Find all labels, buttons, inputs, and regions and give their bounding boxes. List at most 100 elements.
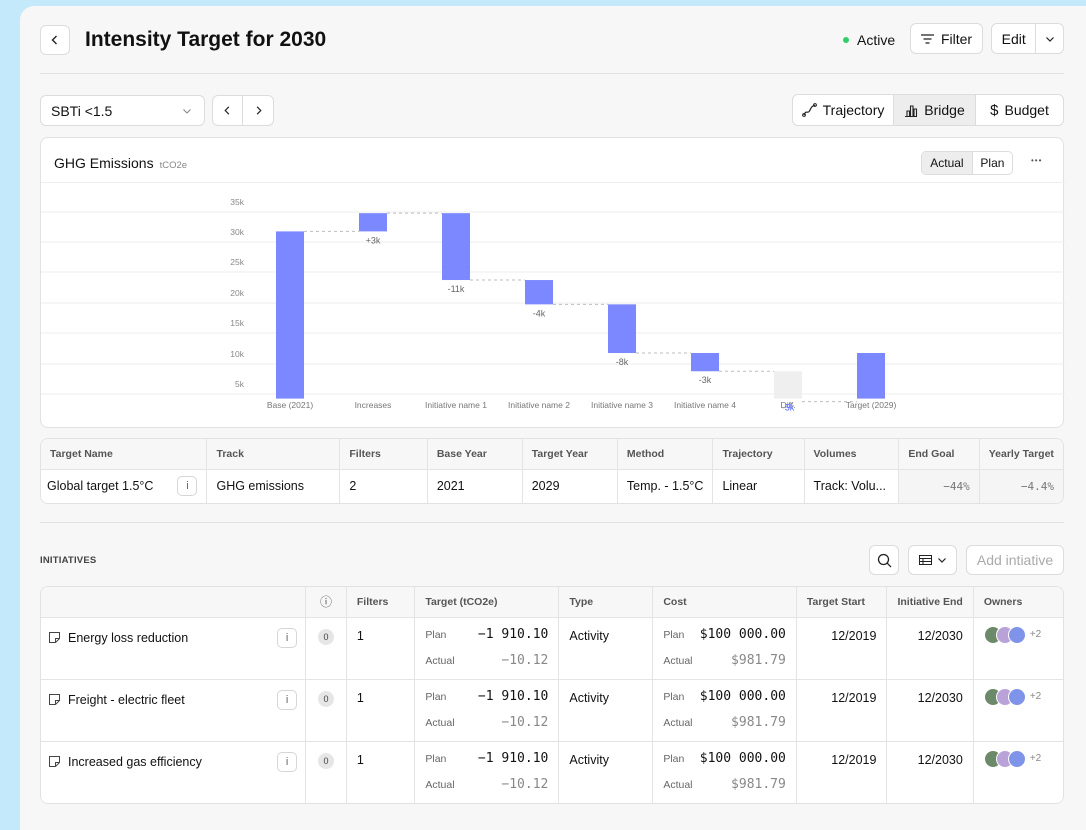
column-header[interactable]: Trajectory [712, 439, 805, 470]
back-button[interactable] [40, 25, 70, 55]
initiatives-table-header: ⓘ Filters Target (tCO2e) Type Cost Target Sta… [41, 587, 1063, 618]
cost-actual-value: $981.79 [731, 653, 786, 668]
column-header[interactable]: Target Name [41, 439, 208, 470]
target-actual-value: −10.12 [501, 653, 549, 668]
type-cell: Activity [558, 679, 654, 742]
avatar[interactable] [1007, 749, 1026, 768]
initiative-row[interactable]: Energy loss reduction i 0 1 Plan −1 910.10 Act… [41, 617, 1063, 680]
y-tick-label: 35k [230, 197, 244, 207]
app-window: Intensity Target for 2030 Active Filter … [20, 6, 1086, 830]
initiatives-section-label: INITIATIVES [40, 555, 97, 566]
actual-label: Actual [425, 654, 455, 667]
column-header[interactable]: Target Year [522, 439, 618, 470]
waterfall-bar[interactable] [774, 371, 802, 399]
toggle-plan[interactable]: Plan [973, 152, 1012, 174]
x-category-label: Diff. [781, 400, 796, 410]
actual-label: Actual [663, 716, 693, 729]
actual-plan-toggle: Actual Plan [921, 151, 1013, 175]
avatar[interactable] [1007, 625, 1026, 644]
column-header[interactable]: Target (tCO2e) [414, 587, 560, 618]
initiative-name[interactable]: Energy loss reduction [68, 631, 188, 645]
info-icon[interactable]: i [277, 689, 298, 710]
column-header[interactable] [41, 587, 307, 618]
column-header[interactable]: Type [558, 587, 654, 618]
more-owners-count[interactable]: +2 [1030, 629, 1041, 640]
view-options-button[interactable] [908, 545, 957, 575]
column-header[interactable]: Filters [346, 587, 416, 618]
column-header[interactable]: Owners [973, 587, 1063, 618]
column-header[interactable]: Track [206, 439, 341, 470]
waterfall-bar[interactable] [691, 353, 719, 372]
tab-budget[interactable]: $ Budget [976, 95, 1063, 125]
initiative-name[interactable]: Increased gas efficiency [68, 755, 202, 769]
alert-count-badge: 0 [318, 752, 335, 769]
more-options-icon[interactable]: ••• [1031, 156, 1042, 165]
info-icon[interactable]: i [177, 476, 198, 497]
cost-plan-value: $100 000.00 [699, 751, 786, 766]
column-header[interactable]: Volumes [804, 439, 900, 470]
alert-count-badge: 0 [318, 690, 335, 707]
waterfall-bar[interactable] [276, 231, 304, 399]
column-header[interactable]: Initiative End [886, 587, 974, 618]
column-header[interactable]: Target Start [796, 587, 888, 618]
column-header[interactable]: End Goal [898, 439, 980, 470]
edit-button[interactable]: Edit [992, 31, 1035, 47]
column-header[interactable]: Filters [339, 439, 428, 470]
target-cell-value: GHG emissions [216, 479, 305, 494]
type-cell: Activity [558, 617, 654, 680]
chevron-down-icon [937, 558, 946, 563]
info-icon[interactable]: i [277, 627, 298, 648]
x-category-label: Increases [355, 400, 392, 410]
tab-trajectory-label: Trajectory [822, 102, 885, 118]
column-header[interactable]: Yearly Target [979, 439, 1063, 470]
column-header[interactable]: Cost [652, 587, 797, 618]
add-initiative-button[interactable]: Add intiative [966, 545, 1064, 575]
initiative-row[interactable]: Freight - electric fleet i 0 1 Plan −1 910.10… [41, 679, 1063, 742]
chevron-right-icon [256, 106, 262, 115]
chart-unit: tCO2e [159, 160, 188, 171]
target-start-cell: 12/2019 [796, 741, 888, 803]
initiative-name[interactable]: Freight - electric fleet [68, 693, 185, 707]
next-scenario-button[interactable] [243, 96, 273, 125]
more-owners-count[interactable]: +2 [1030, 691, 1041, 702]
data-label: +3k [366, 235, 381, 245]
initiative-name-cell: Increased gas efficiency i [41, 741, 307, 803]
target-cell-value: 2 [349, 479, 357, 494]
initiative-row[interactable]: Increased gas efficiency i 0 1 Plan −1 910.10… [41, 741, 1063, 803]
scenario-select[interactable]: SBTi <1.5 [40, 95, 205, 126]
search-button[interactable] [869, 545, 899, 575]
tab-trajectory[interactable]: Trajectory [793, 95, 894, 125]
info-icon[interactable]: i [277, 751, 298, 772]
column-header[interactable]: Base Year [427, 439, 523, 470]
waterfall-bar[interactable] [608, 304, 636, 353]
edit-split-button: Edit [991, 23, 1064, 54]
filters-cell: 1 [346, 617, 416, 680]
filter-button[interactable]: Filter [910, 23, 983, 54]
target-plan-value: −1 910.10 [477, 689, 549, 704]
prev-scenario-button[interactable] [213, 96, 244, 125]
plan-label: Plan [425, 628, 447, 641]
target-table-card: Target Name Track Filters Base Year Target Y… [40, 438, 1064, 504]
target-cell: GHG emissions [206, 469, 341, 503]
waterfall-bar[interactable] [857, 353, 885, 399]
scenario-nav [212, 95, 274, 126]
actual-label: Actual [425, 778, 455, 791]
toggle-actual[interactable]: Actual [922, 152, 973, 174]
more-owners-count[interactable]: +2 [1030, 753, 1041, 764]
cost-actual-value: $981.79 [731, 777, 786, 792]
waterfall-bar[interactable] [359, 213, 387, 232]
alert-column-header[interactable]: ⓘ [305, 587, 347, 618]
owners-cell: +2 [973, 741, 1063, 803]
target-row[interactable]: Global target 1.5°C i GHG emissions 2 2021 20… [41, 469, 1063, 503]
note-icon [49, 632, 60, 643]
target-cell-value: 2029 [531, 479, 560, 494]
column-header[interactable]: Method [617, 439, 714, 470]
tab-bridge[interactable]: Bridge [894, 95, 976, 125]
chevron-left-icon [51, 35, 57, 45]
avatar[interactable] [1007, 687, 1026, 706]
chart-title: GHG Emissions tCO2e [54, 155, 187, 171]
waterfall-bar[interactable] [442, 213, 470, 281]
waterfall-bar[interactable] [525, 280, 553, 305]
edit-menu-button[interactable] [1035, 24, 1063, 53]
cost-cell: Plan $100 000.00 Actual $981.79 [652, 741, 797, 803]
